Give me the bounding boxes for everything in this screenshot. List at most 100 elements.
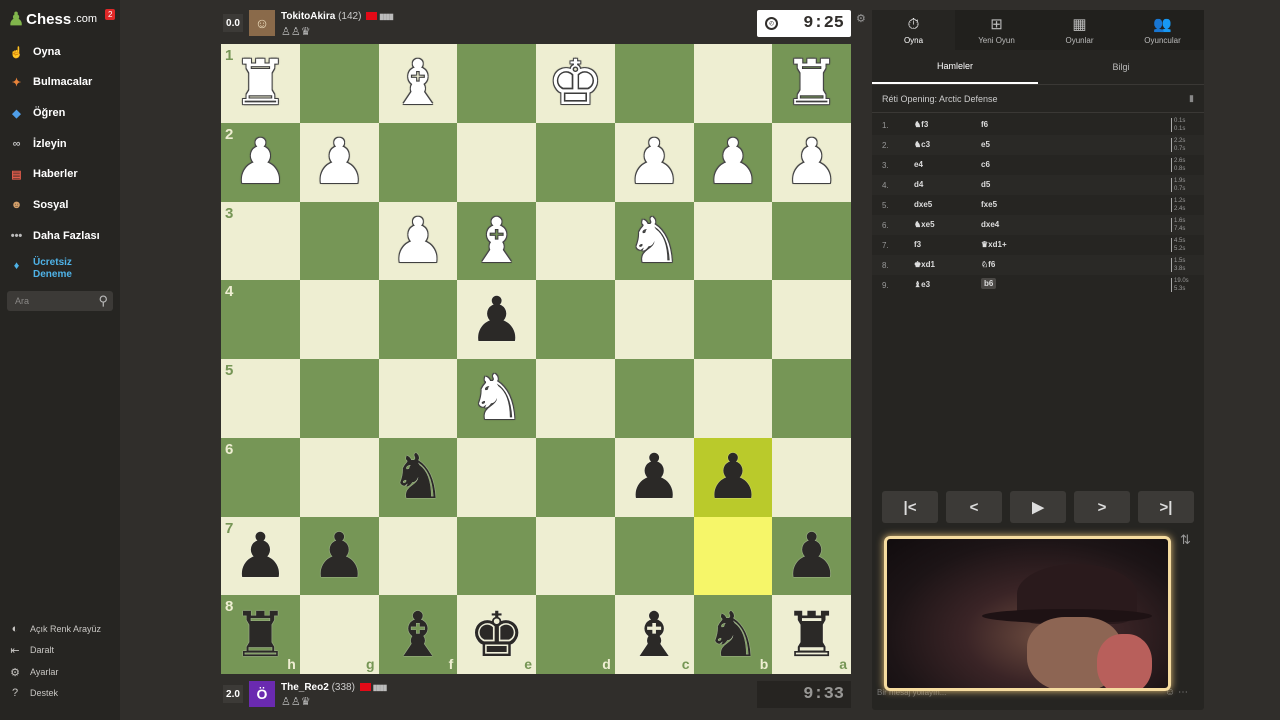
board-square[interactable]: 2 ♟	[221, 122, 300, 202]
board-square[interactable]: 1 ♜	[221, 44, 300, 123]
board-square[interactable]	[299, 201, 379, 281]
board-square[interactable]: ♟	[457, 280, 536, 359]
black-move[interactable]: dxe4	[981, 220, 999, 229]
chess-logo[interactable]: ♟ Chess .com	[8, 8, 97, 30]
black-move[interactable]: e5	[981, 140, 990, 149]
board-square[interactable]	[772, 437, 851, 517]
black-pawn-icon[interactable]: ♟	[469, 288, 525, 351]
black-knight-icon[interactable]: ♞	[705, 603, 761, 666]
sidebar-item-puzzles[interactable]: ✦ Bulmacalar	[8, 73, 92, 91]
board-square[interactable]: ♜	[772, 44, 851, 123]
board-square[interactable]: ♝	[378, 44, 458, 123]
white-move[interactable]: f3	[914, 240, 921, 249]
white-move[interactable]: dxe5	[914, 200, 932, 209]
board-square[interactable]: ♟	[772, 122, 851, 202]
board-square[interactable]: ♞	[614, 201, 694, 281]
sidebar-item-light-theme[interactable]: ◐ Açık Renk Arayüz	[8, 622, 101, 636]
sidebar-item-learn[interactable]: ◆ Öğren	[8, 104, 65, 122]
black-move[interactable]: d5	[981, 180, 990, 189]
chess-board[interactable]: 1 ♜ ♝ ♚ ♜ 2 ♟ ♟ ♟ ♟ ♟ 3 ♟ ♝ ♞ 4 ♟ 5 ♞ 6 ♞ ♟ ♟ 7 ♟ ♟ ♟ 8 h ♜ g f ♝ e ♚ d c ♝ b ♞…	[221, 44, 851, 674]
avatar[interactable]: ☺	[249, 10, 275, 36]
sidebar-item-play[interactable]: ☝ Oyna	[8, 43, 61, 61]
board-square[interactable]	[614, 516, 694, 596]
tab-play[interactable]: ⏱ Oyna	[872, 10, 955, 50]
board-square[interactable]	[614, 280, 694, 359]
white-rook-icon[interactable]: ♜	[233, 52, 289, 114]
tab-players[interactable]: 👥 Oyuncular	[1121, 10, 1204, 50]
sidebar-item-collapse[interactable]: ⇤ Daralt	[8, 643, 54, 657]
board-square[interactable]	[772, 280, 851, 359]
black-king-icon[interactable]: ♚	[469, 603, 525, 666]
board-square[interactable]: 3	[221, 201, 300, 281]
board-square[interactable]: e ♚	[457, 595, 536, 674]
tab-info[interactable]: Bilgi	[1038, 50, 1204, 84]
board-square[interactable]	[299, 44, 379, 123]
white-knight-icon[interactable]: ♞	[469, 367, 525, 429]
white-move[interactable]: ♞xe5	[914, 220, 935, 229]
black-pawn-icon[interactable]: ♟	[311, 524, 367, 587]
board-square[interactable]: f ♝	[378, 595, 458, 674]
white-move[interactable]: ♞c3	[914, 140, 930, 149]
first-move-button[interactable]: |<	[882, 491, 938, 523]
black-rook-icon[interactable]: ♜	[784, 603, 840, 666]
white-pawn-icon[interactable]: ♟	[311, 131, 367, 193]
tab-moves[interactable]: Hamleler	[872, 50, 1038, 84]
sidebar-item-settings[interactable]: ⚙ Ayarlar	[8, 665, 58, 679]
board-square[interactable]: ♟	[693, 437, 773, 517]
opening-name[interactable]: Réti Opening: Arctic Defense	[882, 94, 998, 104]
sidebar-item-free-trial[interactable]: ♦ Ücretsiz Deneme	[8, 257, 72, 283]
sidebar-item-support[interactable]: ? Destek	[8, 686, 58, 700]
black-pawn-icon[interactable]: ♟	[626, 446, 682, 508]
board-square[interactable]: 6	[221, 437, 300, 517]
black-move[interactable]: c6	[981, 160, 990, 169]
white-knight-icon[interactable]: ♞	[626, 209, 682, 272]
board-square[interactable]	[299, 437, 379, 517]
tab-games[interactable]: ▦ Oyunlar	[1038, 10, 1121, 50]
board-square[interactable]	[693, 359, 773, 438]
board-square[interactable]	[614, 359, 694, 438]
board-square[interactable]: ♟	[772, 516, 851, 596]
board-square[interactable]	[693, 44, 773, 123]
black-move[interactable]: f6	[981, 120, 988, 129]
board-square[interactable]	[536, 122, 615, 202]
board-square[interactable]	[378, 359, 458, 438]
white-move[interactable]: d4	[914, 180, 923, 189]
board-square[interactable]	[693, 516, 773, 596]
black-pawn-icon[interactable]: ♟	[705, 446, 761, 508]
black-rook-icon[interactable]: ♜	[233, 603, 289, 666]
board-square[interactable]	[457, 437, 536, 517]
white-bishop-icon[interactable]: ♝	[469, 209, 525, 272]
black-move[interactable]: b6	[981, 278, 997, 289]
search-input[interactable]: Ara ⚲	[7, 291, 113, 311]
board-square[interactable]: 5	[221, 359, 300, 438]
search-icon[interactable]: ⚲	[98, 293, 108, 309]
board-square[interactable]: d	[536, 595, 615, 674]
white-move[interactable]: ♞f3	[914, 120, 928, 129]
board-square[interactable]: 8 h ♜	[221, 595, 300, 674]
notification-badge[interactable]: 2	[105, 9, 116, 20]
board-square[interactable]: a ♜	[772, 595, 851, 674]
top-player-name[interactable]: TokitoAkira	[281, 11, 335, 22]
white-move[interactable]: ♝e3	[914, 280, 930, 289]
board-square[interactable]: ♞	[457, 359, 536, 438]
board-square[interactable]	[536, 280, 615, 359]
black-knight-icon[interactable]: ♞	[390, 446, 446, 508]
bottom-player-name[interactable]: The_Reo2	[281, 682, 329, 693]
board-square[interactable]	[378, 280, 458, 359]
white-rook-icon[interactable]: ♜	[784, 52, 840, 114]
white-pawn-icon[interactable]: ♟	[390, 209, 446, 272]
board-square[interactable]: ♝	[457, 201, 536, 281]
board-square[interactable]: ♟	[378, 201, 458, 281]
sidebar-item-watch[interactable]: ∞ İzleyin	[8, 135, 67, 153]
sidebar-item-social[interactable]: ☻ Sosyal	[8, 196, 69, 214]
next-move-button[interactable]: >	[1074, 491, 1130, 523]
tab-new-game[interactable]: ⊞ Yeni Oyun	[955, 10, 1038, 50]
black-move[interactable]: fxe5	[981, 200, 997, 209]
board-square[interactable]: 7 ♟	[221, 516, 300, 596]
sidebar-item-news[interactable]: ▤ Haberler	[8, 165, 77, 183]
board-square[interactable]: ♟	[614, 122, 694, 202]
board-square[interactable]	[299, 359, 379, 438]
previous-move-button[interactable]: <	[946, 491, 1002, 523]
last-move-button[interactable]: >|	[1138, 491, 1194, 523]
board-square[interactable]: 4	[221, 280, 300, 359]
